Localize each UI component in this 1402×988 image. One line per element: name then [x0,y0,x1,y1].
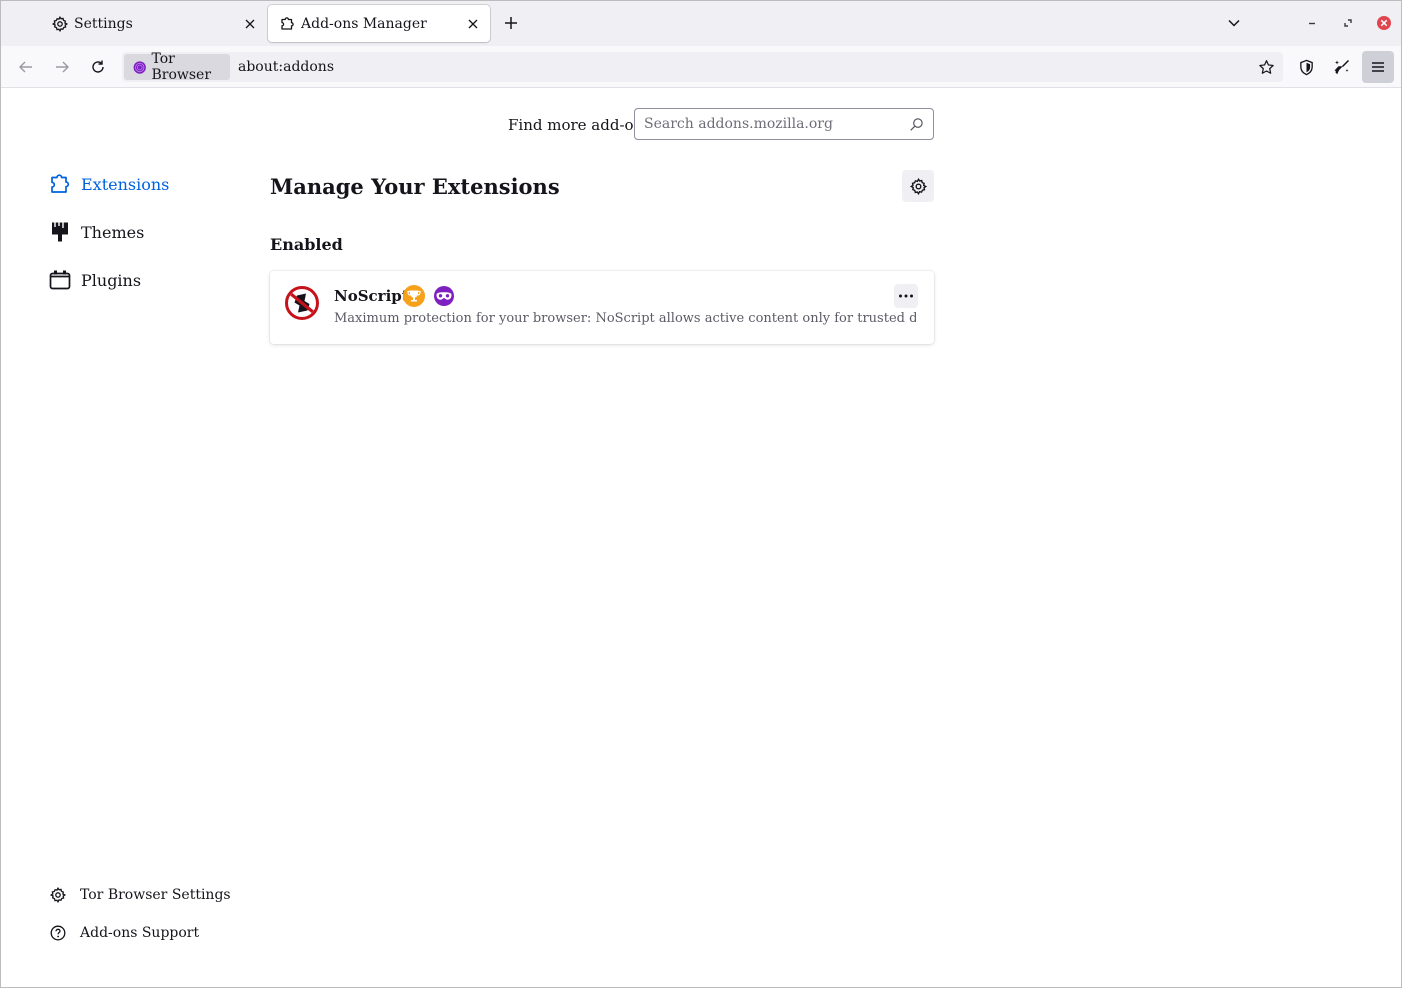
category-label: Extensions [81,174,170,194]
minimize-button[interactable] [1304,15,1320,31]
page-title: Manage Your Extensions [270,174,560,199]
arrow-right-icon [56,61,69,73]
close-icon [1377,16,1391,30]
tab-addons-manager[interactable]: Add-ons Manager [268,5,490,42]
new-tab-button[interactable] [501,13,521,33]
arrow-left-icon [19,61,32,73]
section-heading-enabled: Enabled [270,235,343,254]
footer-link-label: Add-ons Support [80,925,200,941]
more-dots-icon [899,294,913,298]
tools-menu-button[interactable] [902,170,934,202]
close-icon[interactable] [465,16,481,32]
category-plugins[interactable]: Plugins [49,267,141,293]
shield-icon [1299,59,1313,75]
broom-sparkle-icon [1334,59,1350,75]
category-extensions[interactable]: Extensions [49,171,169,197]
reload-button[interactable] [87,56,109,78]
security-level-button[interactable] [1295,56,1317,78]
category-themes[interactable]: Themes [49,219,144,245]
find-more-addons-label: Find more add-ons [508,116,651,134]
back-button[interactable] [15,56,37,78]
identity-label: Tor Browser [151,51,212,83]
category-label: Themes [81,222,145,242]
reload-icon [92,60,104,73]
new-identity-button[interactable] [1331,56,1353,78]
tab-settings[interactable]: Settings [41,5,267,42]
identity-box[interactable]: Tor Browser [124,51,230,83]
maximize-button[interactable] [1340,15,1356,31]
footer-link-label: Tor Browser Settings [80,887,231,903]
brush-icon [49,221,71,243]
recommended-badge-icon[interactable] [403,285,425,307]
noscript-icon [285,286,319,320]
addon-options-button[interactable] [894,284,918,308]
tor-onion-icon [133,60,146,74]
tab-label: Add-ons Manager [301,15,427,32]
addons-support-link[interactable]: Add-ons Support [49,923,199,943]
nav-bar: Tor Browser about:addons [1,46,1401,88]
plugin-icon [49,269,71,291]
app-menu-button[interactable] [1362,51,1394,83]
url-bar[interactable]: Tor Browser about:addons [122,51,1283,83]
addon-description: Maximum protection for your browser: NoS… [334,311,916,326]
tor-browser-settings-link[interactable]: Tor Browser Settings [49,885,231,905]
chevron-down-icon [1228,19,1240,27]
forward-button[interactable] [51,56,73,78]
window-close-button[interactable] [1376,15,1392,31]
browser-window: Settings Add-ons Manager Tor Browser abo… [0,0,1402,988]
gear-icon [909,177,927,195]
url-text[interactable]: about:addons [238,59,334,75]
addon-card-noscript[interactable]: NoScript Maximum protection for your bro… [270,271,934,344]
puzzle-icon [279,16,295,32]
private-browsing-badge-icon[interactable] [433,285,455,307]
plus-icon [505,17,517,29]
addons-search-input[interactable] [635,109,905,139]
hamburger-menu-icon [1372,62,1384,72]
gear-icon [49,887,66,904]
addon-name[interactable]: NoScript [334,287,409,305]
minimize-icon [1309,22,1315,25]
search-icon [910,118,923,131]
category-label: Plugins [81,270,142,290]
list-all-tabs-button[interactable] [1224,13,1244,33]
tab-label: Settings [74,15,133,32]
bookmark-star-icon[interactable] [1257,58,1275,76]
puzzle-icon [49,173,71,195]
restore-icon [1344,19,1352,27]
tab-strip: Settings Add-ons Manager [1,1,1401,46]
addons-search-box[interactable] [634,108,934,140]
close-icon[interactable] [242,16,258,32]
help-icon [49,925,66,942]
gear-icon [52,15,68,32]
